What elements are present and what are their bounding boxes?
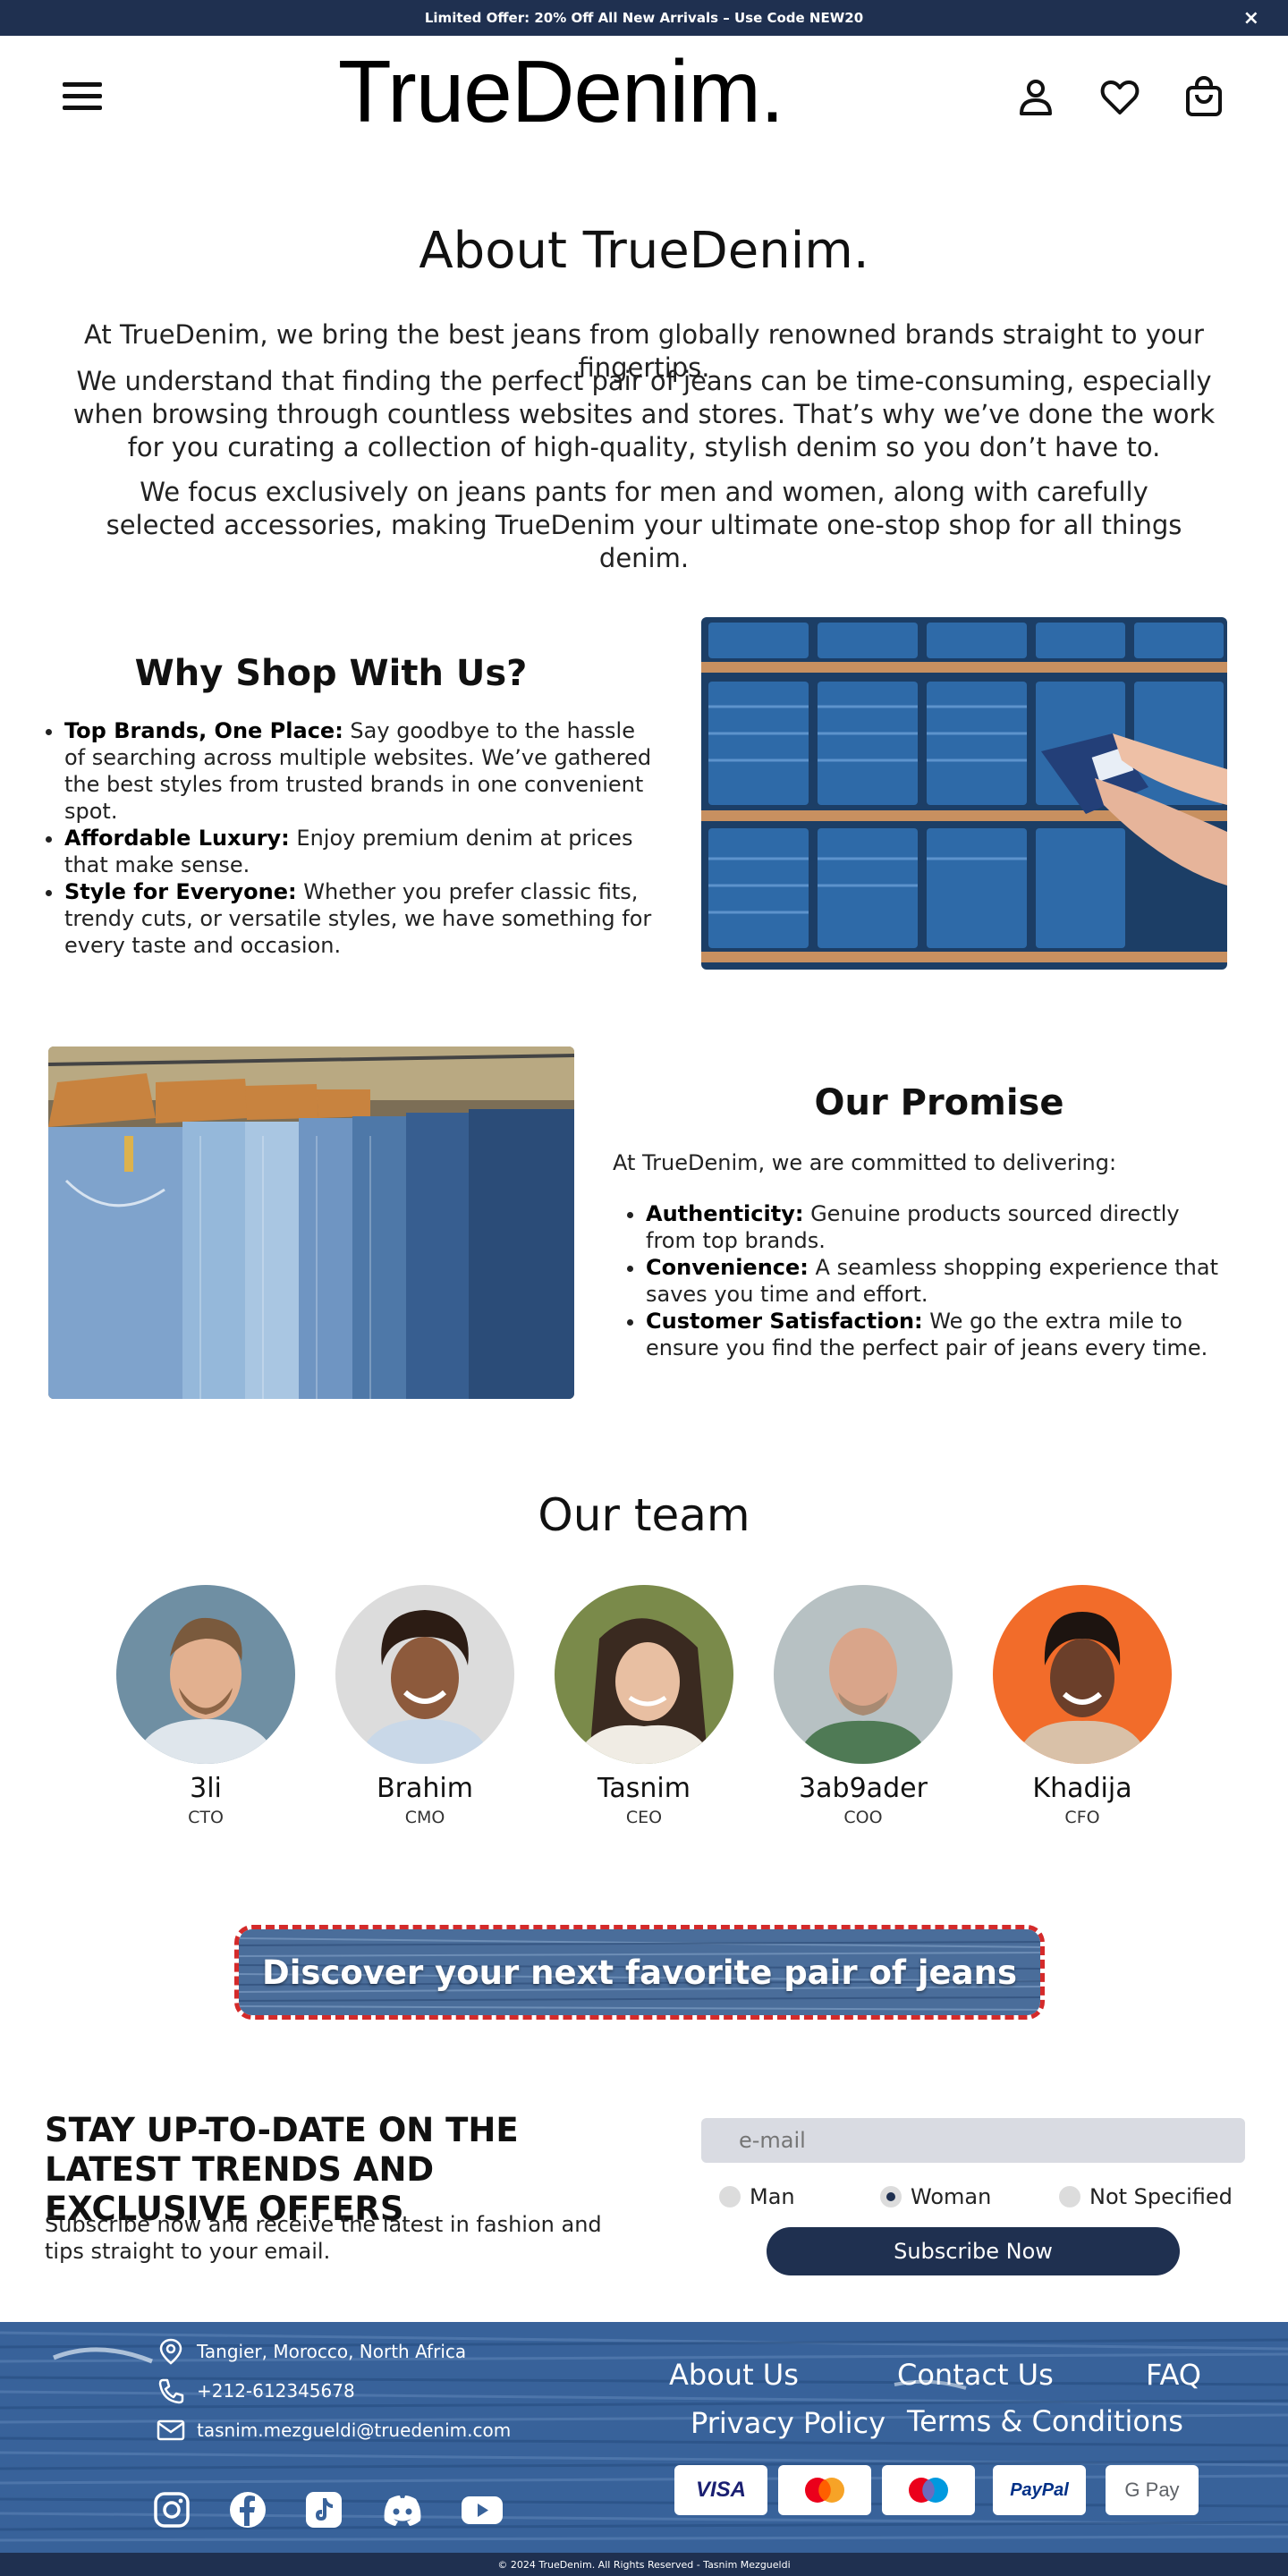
- footer-link-terms[interactable]: Terms & Conditions: [907, 2404, 1183, 2438]
- email-text[interactable]: tasnim.mezgueldi@truedenim.com: [197, 2419, 511, 2441]
- promise-intro: At TrueDenim, we are committed to delive…: [613, 1150, 1117, 1175]
- phone-text: +212-612345678: [197, 2380, 355, 2402]
- avatar: [555, 1585, 733, 1764]
- list-item: Convenience: A seamless shopping experie…: [646, 1254, 1236, 1308]
- mail-icon: [157, 2419, 185, 2441]
- discord-icon[interactable]: [380, 2490, 425, 2529]
- avatar: [116, 1585, 295, 1764]
- footer-phone: +212-612345678: [156, 2377, 355, 2404]
- location-pin-icon: [159, 2338, 182, 2365]
- list-item: Authenticity: Genuine products sourced d…: [646, 1200, 1236, 1254]
- maestro-badge: [882, 2465, 975, 2515]
- wishlist-heart-icon[interactable]: [1098, 75, 1141, 118]
- radio-man[interactable]: Man: [719, 2184, 795, 2209]
- member-role: CMO: [404, 1808, 445, 1827]
- radio-button-selected[interactable]: [880, 2186, 902, 2207]
- footer-link-about[interactable]: About Us: [669, 2358, 799, 2392]
- close-icon[interactable]: ×: [1243, 7, 1259, 30]
- member-name: Tasnim: [597, 1773, 691, 1804]
- radio-label: Man: [750, 2184, 795, 2209]
- copyright-bar: © 2024 TrueDenim. All Rights Reserved - …: [0, 2553, 1288, 2576]
- member-role: CEO: [625, 1808, 663, 1827]
- announcement-text: Limited Offer: 20% Off All New Arrivals …: [424, 10, 864, 26]
- youtube-icon[interactable]: [460, 2490, 504, 2529]
- maestro-icon: [909, 2478, 948, 2503]
- footer-link-privacy[interactable]: Privacy Policy: [691, 2406, 886, 2440]
- about-paragraph-2: We understand that finding the perfect p…: [72, 366, 1216, 462]
- team-member: Tasnim CEO: [555, 1585, 733, 1827]
- visa-logo-text: VISA: [695, 2478, 746, 2502]
- paypal-badge: PayPal: [993, 2465, 1086, 2515]
- member-role: CTO: [188, 1808, 224, 1827]
- newsletter-subtitle: Subscribe now and receive the latest in …: [45, 2212, 602, 2264]
- member-name: 3li: [190, 1773, 222, 1804]
- jeans-on-hangers-image: [48, 1046, 574, 1399]
- google-pay-badge: G Pay: [1106, 2465, 1199, 2515]
- radio-label: Not Specified: [1089, 2184, 1233, 2209]
- about-paragraph-3: We focus exclusively on jeans pants for …: [106, 477, 1182, 573]
- footer-link-faq[interactable]: FAQ: [1146, 2358, 1201, 2392]
- why-shop-title: Why Shop With Us?: [134, 653, 528, 694]
- radio-label: Woman: [911, 2184, 992, 2209]
- discover-jeans-button[interactable]: Discover your next favorite pair of jean…: [234, 1925, 1045, 2020]
- member-name: 3ab9ader: [799, 1773, 928, 1804]
- tiktok-icon[interactable]: [304, 2490, 343, 2529]
- gpay-logo-text: G Pay: [1124, 2479, 1180, 2501]
- instagram-icon[interactable]: [152, 2490, 191, 2529]
- footer-email: tasnim.mezgueldi@truedenim.com: [156, 2417, 511, 2444]
- avatar: [335, 1585, 514, 1764]
- member-role: CFO: [1064, 1808, 1100, 1827]
- phone-icon: [158, 2378, 184, 2404]
- footer-link-contact[interactable]: Contact Us: [897, 2358, 1054, 2392]
- radio-woman[interactable]: Woman: [880, 2184, 991, 2209]
- discover-jeans-label: Discover your next favorite pair of jean…: [262, 1953, 1017, 1992]
- list-item: Customer Satisfaction: We go the extra m…: [646, 1308, 1236, 1361]
- team-member: Brahim CMO: [335, 1585, 514, 1827]
- footer-address: Tangier, Morocco, North Africa: [156, 2338, 466, 2365]
- visa-badge: VISA: [674, 2465, 767, 2515]
- radio-button[interactable]: [719, 2186, 741, 2207]
- paypal-logo-text: PayPal: [1010, 2479, 1069, 2500]
- list-item: Affordable Luxury: Enjoy premium denim a…: [64, 825, 655, 878]
- member-name: Khadija: [1032, 1773, 1132, 1804]
- copyright-text: © 2024 TrueDenim. All Rights Reserved - …: [497, 2558, 791, 2571]
- radio-not-specified[interactable]: Not Specified: [1059, 2184, 1233, 2209]
- team-member: Khadija CFO: [993, 1585, 1172, 1827]
- list-item: Top Brands, One Place: Say goodbye to th…: [64, 717, 655, 825]
- radio-button[interactable]: [1059, 2186, 1080, 2207]
- site-logo[interactable]: TrueDenim.: [0, 41, 1122, 142]
- about-title: About TrueDenim.: [419, 222, 869, 280]
- denim-shelves-image: [701, 617, 1227, 970]
- member-name: Brahim: [377, 1773, 473, 1804]
- address-text: Tangier, Morocco, North Africa: [197, 2341, 467, 2362]
- promise-list: Authenticity: Genuine products sourced d…: [646, 1200, 1236, 1361]
- account-icon[interactable]: [1014, 75, 1057, 118]
- avatar: [993, 1585, 1172, 1764]
- team-member: 3li CTO: [116, 1585, 295, 1827]
- why-shop-list: Top Brands, One Place: Say goodbye to th…: [64, 717, 655, 959]
- list-item: Style for Everyone: Whether you prefer c…: [64, 878, 655, 959]
- mastercard-icon: [805, 2478, 844, 2503]
- promise-title: Our Promise: [814, 1082, 1064, 1123]
- team-title: Our team: [538, 1489, 750, 1541]
- site-header: TrueDenim.: [0, 36, 1288, 165]
- mastercard-badge: [778, 2465, 871, 2515]
- avatar: [774, 1585, 953, 1764]
- subscribe-button[interactable]: Subscribe Now: [767, 2227, 1180, 2275]
- member-role: COO: [843, 1808, 883, 1827]
- cart-bag-icon[interactable]: [1182, 75, 1225, 118]
- facebook-icon[interactable]: [228, 2490, 267, 2529]
- announcement-bar: Limited Offer: 20% Off All New Arrivals …: [0, 0, 1288, 36]
- site-footer: Tangier, Morocco, North Africa +212-6123…: [0, 2322, 1288, 2553]
- team-member: 3ab9ader COO: [774, 1585, 953, 1827]
- email-input[interactable]: [701, 2118, 1245, 2163]
